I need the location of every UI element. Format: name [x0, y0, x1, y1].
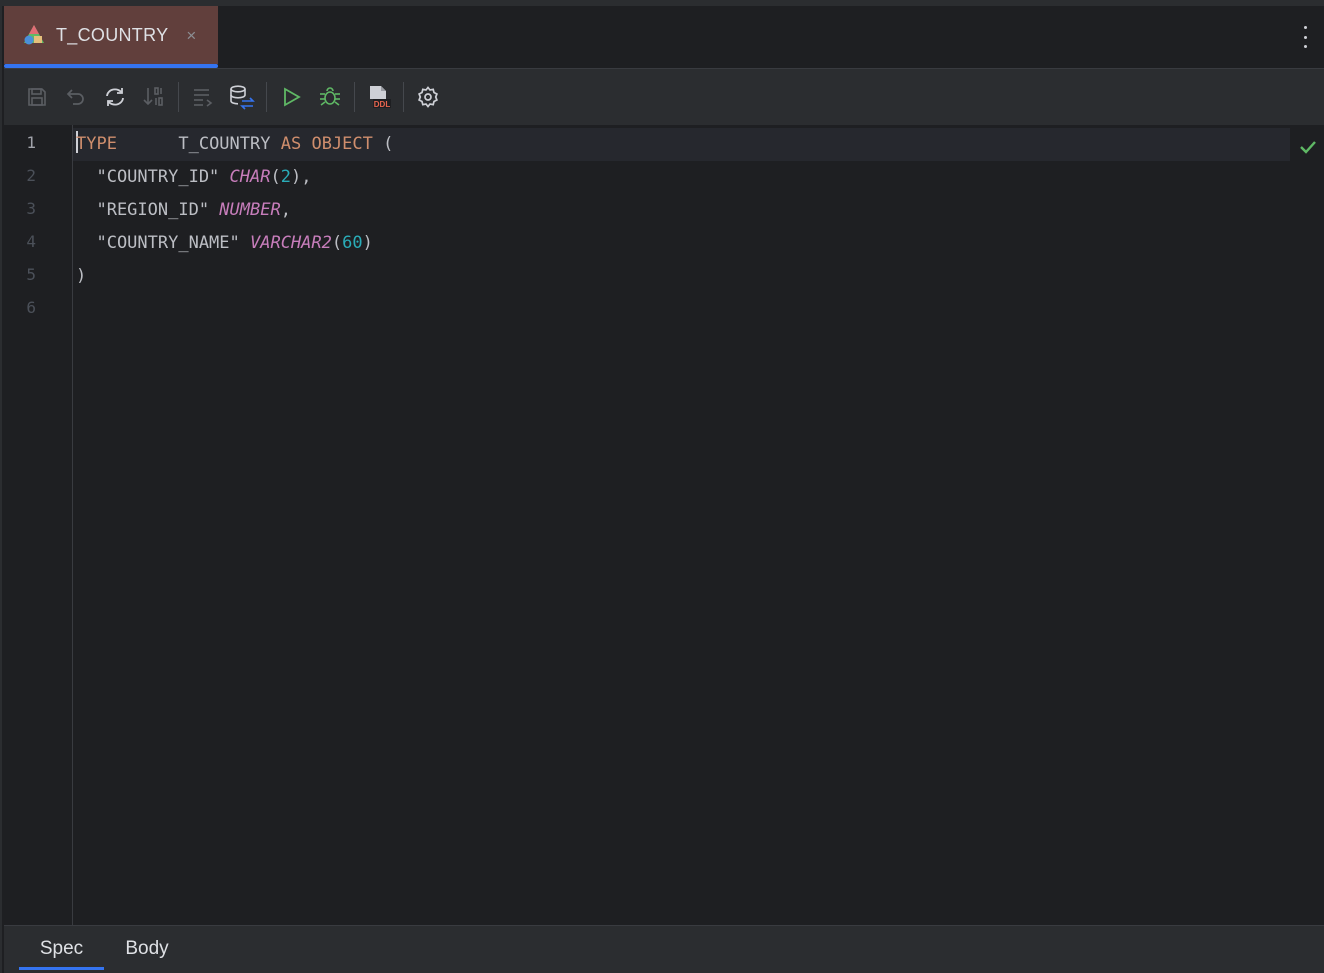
code-line[interactable]: TYPE T_COUNTRY AS OBJECT ( — [76, 128, 393, 161]
tab-bar: T_COUNTRY × — [4, 6, 1324, 69]
svg-text:DDL: DDL — [374, 100, 391, 109]
code-token: ), — [290, 167, 312, 187]
line-number: 3 — [26, 199, 36, 218]
code-token: T_COUNTRY — [116, 134, 281, 154]
tab-t-country[interactable]: T_COUNTRY × — [4, 6, 218, 68]
more-options-icon[interactable] — [1300, 26, 1310, 48]
database-compare-icon[interactable] — [227, 82, 257, 112]
close-icon[interactable]: × — [186, 27, 196, 44]
code-editor[interactable]: 1 2 3 4 5 6 TYPE T_COUNTRY AS OBJECT ( "… — [4, 125, 1324, 925]
code-token: , — [280, 200, 291, 220]
undo-icon[interactable] — [61, 82, 91, 112]
code-token: ( — [270, 167, 281, 187]
type-token: NUMBER — [219, 200, 281, 220]
active-tab-indicator — [4, 64, 218, 68]
refresh-icon[interactable] — [100, 82, 130, 112]
code-line[interactable]: "COUNTRY_ID" CHAR(2), — [76, 161, 311, 194]
line-number: 5 — [26, 265, 36, 284]
code-token: ( — [331, 233, 343, 253]
type-token: VARCHAR2 — [250, 233, 332, 253]
keyword-token: TYPE — [76, 134, 117, 154]
toolbar-separator — [403, 82, 404, 112]
code-token: ( — [372, 134, 394, 154]
run-icon[interactable] — [276, 82, 306, 112]
tab-body[interactable]: Body — [112, 926, 182, 972]
number-token: 60 — [342, 233, 363, 253]
line-number: 1 — [26, 133, 36, 152]
line-number-gutter: 1 2 3 4 5 6 — [4, 125, 73, 925]
toolbar-separator — [266, 82, 267, 112]
editor-toolbar: DDL — [4, 69, 1324, 125]
keyword-token: OBJECT — [311, 134, 373, 154]
keyword-token: AS — [280, 134, 302, 154]
toolbar-separator — [354, 82, 355, 112]
code-line[interactable]: "COUNTRY_NAME" VARCHAR2(60) — [76, 227, 373, 260]
sort-icon[interactable] — [139, 82, 169, 112]
ddl-icon[interactable]: DDL — [364, 82, 394, 112]
tab-label: T_COUNTRY — [56, 24, 169, 45]
code-line[interactable]: ) — [76, 260, 86, 293]
code-token: ) — [362, 233, 373, 253]
check-icon — [1298, 137, 1318, 157]
window-left-border — [0, 6, 2, 973]
settings-icon[interactable] — [413, 82, 443, 112]
bottom-tab-bar: Spec Body — [4, 925, 1324, 973]
save-icon[interactable] — [22, 82, 52, 112]
code-line[interactable]: "REGION_ID" NUMBER, — [76, 194, 291, 227]
code-token: "COUNTRY_NAME" — [76, 233, 250, 253]
code-token: ) — [76, 266, 87, 286]
code-token: "COUNTRY_ID" — [76, 167, 230, 187]
toolbar-separator — [178, 82, 179, 112]
format-icon[interactable] — [188, 82, 218, 112]
debug-icon[interactable] — [315, 82, 345, 112]
line-number: 4 — [26, 232, 36, 251]
code-token: "REGION_ID" — [76, 200, 220, 220]
type-token: CHAR — [229, 167, 271, 187]
editor-window: T_COUNTRY × DDL 1 2 3 4 5 6 TYPE T_COUNT… — [0, 0, 1324, 973]
tab-spec[interactable]: Spec — [19, 926, 104, 972]
line-number: 2 — [26, 166, 36, 185]
line-number: 6 — [26, 298, 36, 317]
object-type-icon — [22, 23, 46, 47]
number-token: 2 — [280, 167, 291, 187]
